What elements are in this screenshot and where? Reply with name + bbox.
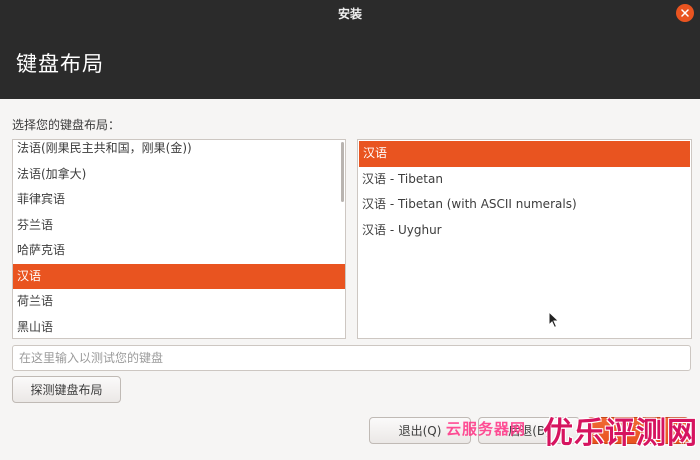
close-button[interactable] [676,4,694,22]
layout-item[interactable]: 荷兰语 [13,289,345,315]
window-title: 安装 [337,6,362,21]
layout-item-selected[interactable]: 汉语 [13,263,345,289]
layout-item[interactable]: 黑山语 [13,315,345,339]
detect-layout-button[interactable]: 探测键盘布局 [12,376,121,403]
layout-list-scrollbar[interactable] [341,142,344,202]
variant-item[interactable]: 汉语 - Tibetan [358,167,691,193]
layout-item[interactable]: 芬兰语 [13,213,345,239]
keyboard-test-input[interactable] [12,345,691,371]
layout-prompt: 选择您的键盘布局： [12,118,121,132]
variant-item-selected[interactable]: 汉语 [359,141,690,167]
window-titlebar: 安装 [0,0,700,26]
variant-item[interactable]: 汉语 - Tibetan (with ASCII numerals) [358,192,691,218]
mouse-cursor-icon [548,311,560,329]
variant-item[interactable]: 汉语 - Uyghur [358,218,691,244]
layout-list[interactable]: 法语(刚果民主共和国，刚果(金)) 法语(加拿大) 菲律宾语 芬兰语 哈萨克语 … [12,139,346,339]
layout-item[interactable]: 菲律宾语 [13,187,345,213]
layout-item[interactable]: 哈萨克语 [13,238,345,264]
watermark-right: 优乐评测网 [543,416,698,451]
layout-item[interactable]: 法语(刚果民主共和国，刚果(金)) [13,140,345,162]
layout-item[interactable]: 法语(加拿大) [13,162,345,188]
page-header: 键盘布局 [0,26,700,99]
close-icon [681,9,689,17]
variant-list[interactable]: 汉语 汉语 - Tibetan 汉语 - Tibetan (with ASCII… [357,139,692,339]
page-title: 键盘布局 [16,51,104,76]
watermark-left: 云服务器网 [446,420,527,438]
